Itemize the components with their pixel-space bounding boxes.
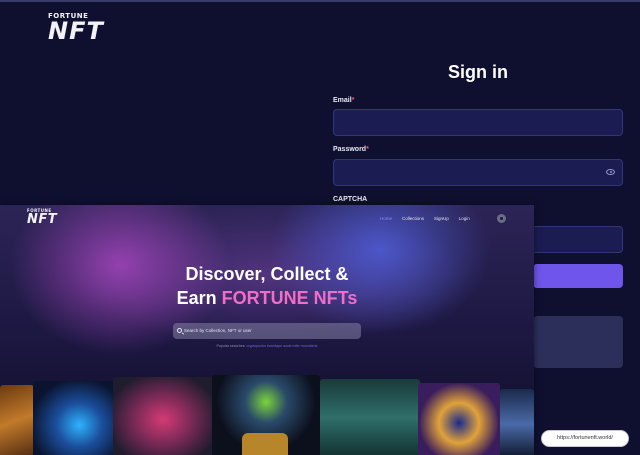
theme-toggle-icon[interactable] xyxy=(497,214,506,223)
nav-login[interactable]: Login xyxy=(459,216,470,221)
eye-icon[interactable] xyxy=(606,169,615,175)
required-marker: * xyxy=(351,97,355,104)
popular-searches: Popular searches: cryptopunks boredape a… xyxy=(0,344,534,348)
password-label: Password* xyxy=(333,146,369,153)
popular-search-terms[interactable]: cryptopunks boredape azuki mfer moonbird… xyxy=(247,344,318,348)
captcha-widget[interactable] xyxy=(533,316,623,368)
logo-main-text: NFT xyxy=(27,212,58,227)
hero-title-line2: Earn FORTUNE NFTs xyxy=(176,288,358,308)
nft-card-image[interactable] xyxy=(113,377,213,455)
nft-card-image[interactable] xyxy=(320,379,420,455)
email-label: Email* xyxy=(333,97,355,104)
logo-main-text: NFT xyxy=(48,17,104,45)
search-icon xyxy=(177,328,182,333)
nav-home[interactable]: Home xyxy=(380,216,392,221)
hero-title-line1: Discover, Collect & xyxy=(185,264,349,284)
search-input[interactable]: Search by Collection, NFT or user xyxy=(184,328,252,333)
url-tooltip: https://fortunenft.world/ xyxy=(541,430,629,447)
signin-title: Sign in xyxy=(448,62,508,82)
captcha-label: CAPTCHA xyxy=(333,196,368,203)
nav-collections[interactable]: Collections xyxy=(402,216,424,221)
hero-accent-text: FORTUNE NFTs xyxy=(221,288,358,308)
nav-signup[interactable]: SignUp xyxy=(434,216,449,221)
popular-searches-label: Popular searches: xyxy=(216,344,246,348)
search-bar[interactable]: Search by Collection, NFT or user xyxy=(173,323,361,339)
homepage-preview: FORTUNE NFT Home Collections SignUp Logi… xyxy=(0,205,534,455)
nft-card-image[interactable] xyxy=(418,383,500,455)
email-field[interactable] xyxy=(333,109,623,136)
nft-card-image[interactable] xyxy=(0,385,34,455)
window-top-edge xyxy=(0,0,640,2)
main-nav: Home Collections SignUp Login xyxy=(380,216,470,221)
signin-button[interactable] xyxy=(533,264,623,288)
password-field[interactable] xyxy=(333,159,623,186)
required-marker: * xyxy=(366,146,369,153)
nft-card-image[interactable] xyxy=(212,375,320,455)
nft-card-image[interactable] xyxy=(33,381,117,455)
site-logo[interactable]: FORTUNE NFT xyxy=(27,209,58,227)
nft-card-image[interactable] xyxy=(500,389,534,455)
site-logo[interactable]: FORTUNE NFT xyxy=(48,13,104,45)
